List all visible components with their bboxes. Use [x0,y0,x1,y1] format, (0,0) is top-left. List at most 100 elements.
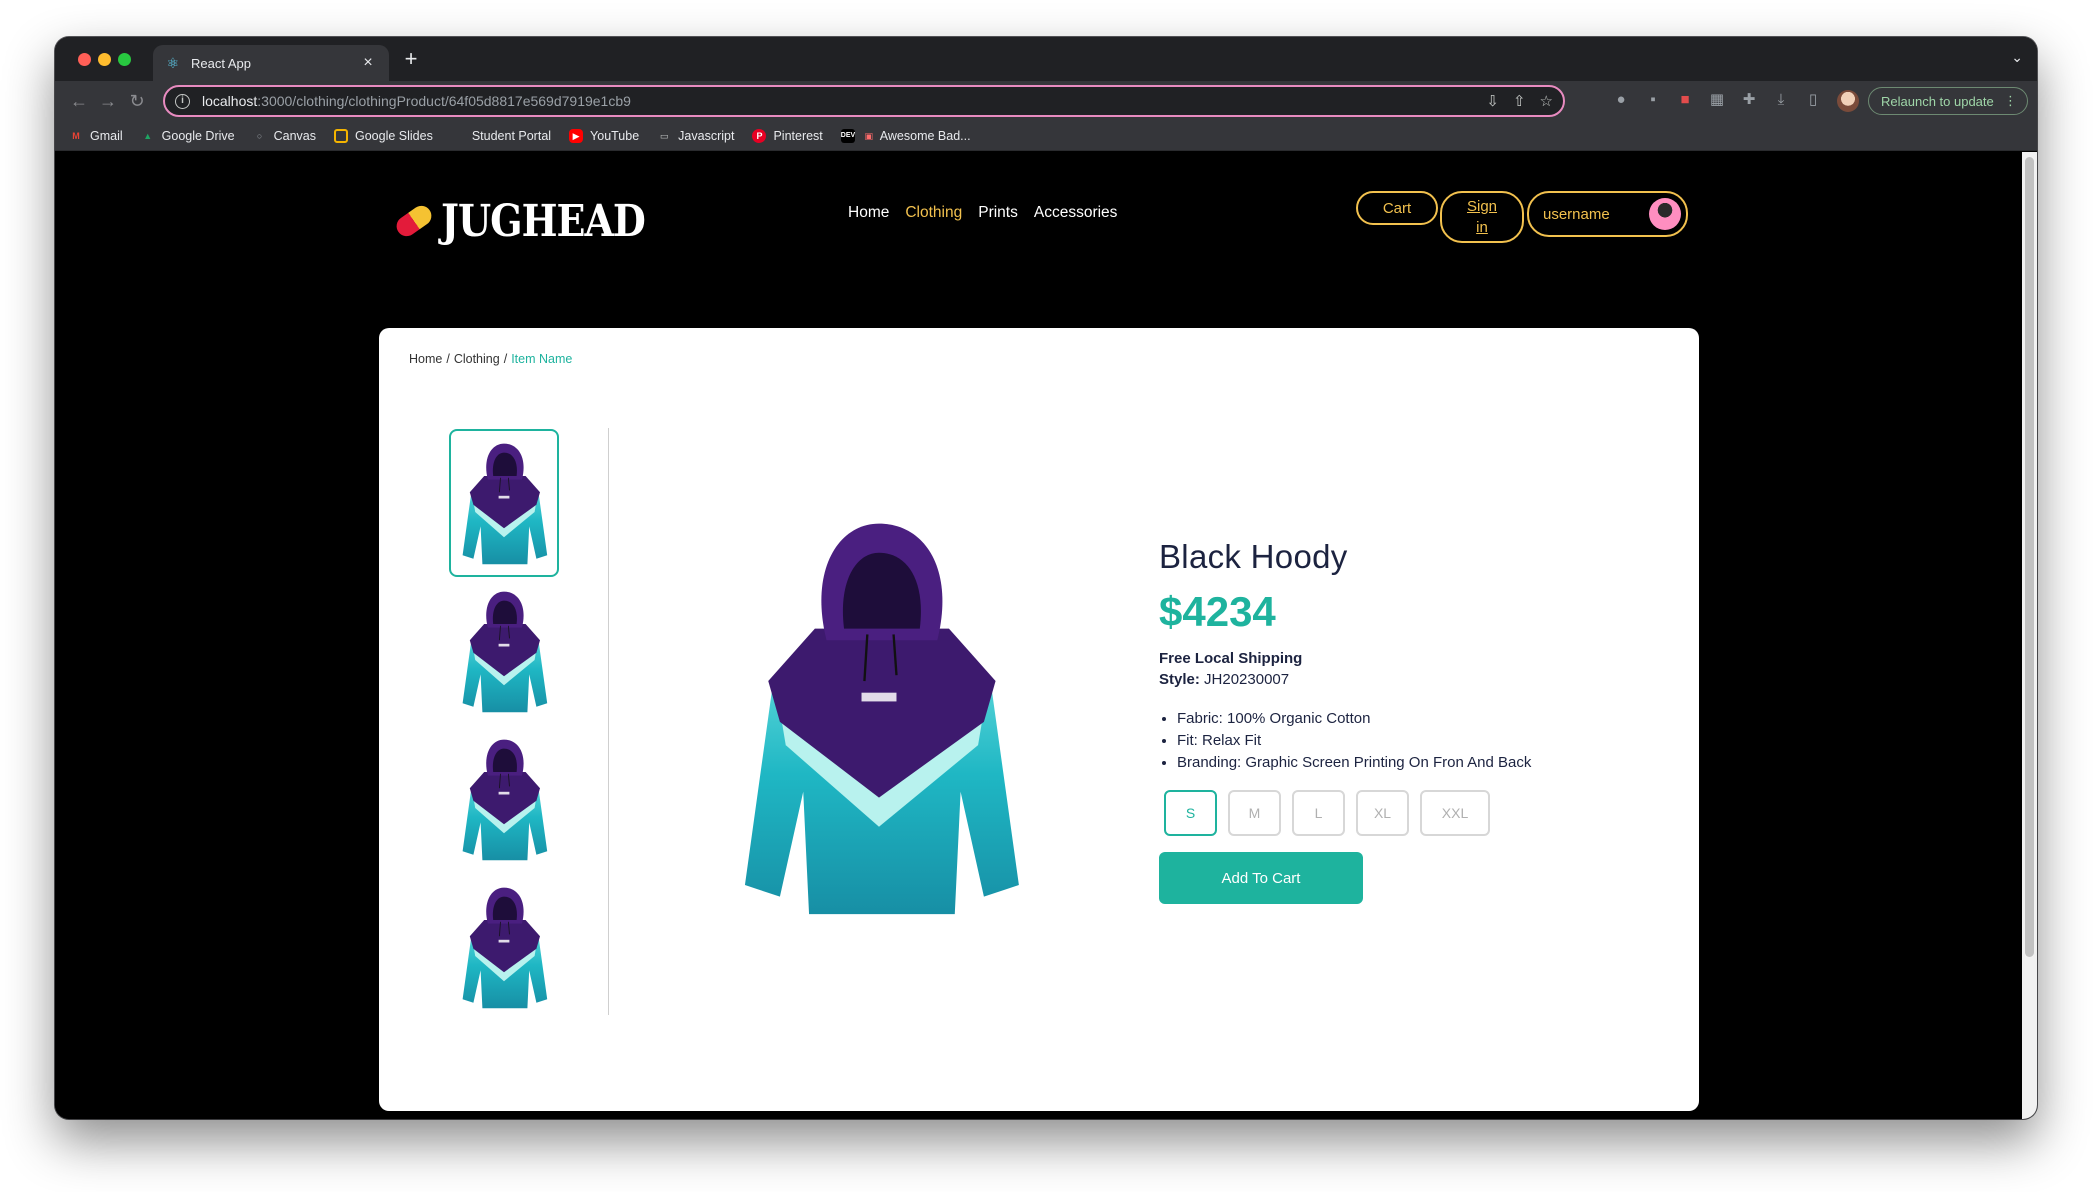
page-scrollbar-thumb[interactable] [2025,157,2034,957]
hoodie-thumbnail-image [462,887,548,1009]
google-drive-icon: ▲ [143,130,153,141]
canvas-icon: ○ [256,130,263,141]
product-name: Black Hoody [1159,538,1348,575]
google-slides-icon [334,128,348,143]
site-logo[interactable]: JUGHEAD [392,195,646,246]
relaunch-to-update-button[interactable]: Relaunch to update ⋮ [1868,87,2028,115]
breadcrumb-current: Item Name [511,352,573,366]
page-viewport: JUGHEAD Home Clothing Prints Accessories… [55,152,2022,1119]
bookmark-star-icon[interactable]: ☆ [1540,92,1553,110]
nav-home[interactable]: Home [848,204,889,222]
url-path: :3000/clothing/clothingProduct/64f05d881… [257,93,631,109]
size-selector: S M L XL XXL [1164,790,1619,836]
size-s-button[interactable]: S [1164,790,1217,836]
colorzilla-extension-icon[interactable]: ■ [1676,91,1694,109]
student-portal-icon [451,129,465,143]
thumbnail-4[interactable] [449,873,559,1021]
tab-bar: ⚛ React App × + ⌄ [55,37,2037,81]
user-menu-button[interactable]: username [1527,191,1688,237]
gallery-divider [608,428,609,1015]
bookmark-javascript-folder[interactable]: ▭ Javascript [657,129,735,143]
browser-window: ⚛ React App × + ⌄ ← → ↻ i localhost :300… [55,37,2037,1119]
youtube-icon: ▶ [569,128,584,143]
main-product-image [743,522,1021,916]
url-host: localhost [202,93,258,109]
pinterest-icon: P [752,128,767,143]
puzzle-extensions-icon[interactable]: ✚ [1740,91,1758,109]
add-to-cart-button[interactable]: Add To Cart [1159,852,1363,904]
kebab-menu-icon[interactable]: ⋮ [2004,93,2017,109]
nav-clothing[interactable]: Clothing [905,204,962,222]
install-app-icon[interactable]: ⇩ [1486,92,1499,110]
sign-in-button[interactable]: Sign in [1440,191,1524,243]
main-nav: Home Clothing Prints Accessories [848,204,1117,222]
style-value: JH20230007 [1204,671,1290,688]
feature-item: Fabric: 100% Organic Cotton [1177,708,1619,730]
hoodie-thumbnail-image [462,739,548,861]
tab-search-chevron-icon[interactable]: ⌄ [2011,49,2023,66]
product-card: Home / Clothing / Item Name Black Hoody … [379,328,1699,1111]
breadcrumb: Home / Clothing / Item Name [409,352,572,366]
nav-prints[interactable]: Prints [978,204,1018,222]
nav-accessories[interactable]: Accessories [1034,204,1118,222]
size-l-button[interactable]: L [1292,790,1345,836]
bookmark-youtube[interactable]: ▶ YouTube [569,128,639,143]
tab-title: React App [191,55,251,71]
downloads-icon[interactable]: ⤓ [1772,91,1790,109]
logo-text: JUGHEAD [441,194,646,247]
calendar-icon: ▣ [864,130,874,141]
thumbnail-2[interactable] [449,577,559,725]
back-arrow-icon[interactable]: ← [68,90,90,112]
close-tab-icon[interactable]: × [359,54,377,72]
style-info: Style: JH20230007 [1159,671,1619,688]
forward-arrow-icon[interactable]: → [97,90,119,112]
username-label: username [1543,205,1610,223]
profile-avatar[interactable] [1837,90,1859,112]
side-panel-icon[interactable]: ▯ [1804,91,1822,109]
thumbnail-1[interactable] [449,429,559,577]
hoodie-thumbnail-image [462,591,548,713]
user-avatar [1649,198,1681,230]
gmail-icon: M [72,130,80,141]
relaunch-label: Relaunch to update [1881,93,1994,109]
site-info-icon[interactable]: i [175,93,190,109]
shipping-info: Free Local Shipping [1159,650,1303,667]
bookmark-google-slides[interactable]: Google Slides [334,128,433,143]
maximize-window-button[interactable] [118,53,131,66]
breadcrumb-home[interactable]: Home [409,352,442,366]
thumbnail-list [449,429,559,1021]
product-price: $4234 [1159,588,1276,635]
close-window-button[interactable] [78,53,91,66]
bookmark-student-portal[interactable]: Student Portal [451,129,551,143]
bookmark-pinterest[interactable]: P Pinterest [752,128,823,143]
product-info: Black Hoody $4234 Free Local Shipping St… [1159,538,1619,904]
pill-logo-icon [392,201,436,240]
folder-icon: ▭ [659,130,669,141]
bookmark-google-drive[interactable]: ▲ Google Drive [141,129,234,143]
browser-tab[interactable]: ⚛ React App × [153,45,389,81]
feature-list: Fabric: 100% Organic Cotton Fit: Relax F… [1177,708,1619,774]
reload-icon[interactable]: ↻ [126,90,148,112]
react-icon: ⚛ [166,55,180,71]
thumbnail-3[interactable] [449,725,559,873]
extension-icon[interactable]: ▪ [1644,91,1662,109]
extension-icon[interactable]: ▦ [1708,91,1726,109]
size-xxl-button[interactable]: XXL [1420,790,1490,836]
address-bar[interactable]: i localhost :3000/clothing/clothingProdu… [163,85,1565,117]
grammarly-extension-icon[interactable]: ● [1612,91,1630,109]
breadcrumb-clothing[interactable]: Clothing [454,352,500,366]
size-m-button[interactable]: M [1228,790,1281,836]
bookmark-awesome-bad[interactable]: DEV ▣ Awesome Bad... [840,128,971,143]
share-icon[interactable]: ⇧ [1513,92,1526,110]
bookmarks-bar: M Gmail ▲ Google Drive ○ Canvas Google Slid… [55,121,2037,151]
bookmark-gmail[interactable]: M Gmail [69,129,122,143]
bookmark-canvas[interactable]: ○ Canvas [253,129,316,143]
size-xl-button[interactable]: XL [1356,790,1409,836]
hoodie-thumbnail-image [462,443,548,565]
breadcrumb-separator: / [503,352,508,366]
site-header: JUGHEAD Home Clothing Prints Accessories… [55,152,2022,327]
minimize-window-button[interactable] [98,53,111,66]
style-label: Style: [1159,671,1200,688]
new-tab-button[interactable]: + [399,48,423,72]
cart-button[interactable]: Cart [1356,191,1438,225]
